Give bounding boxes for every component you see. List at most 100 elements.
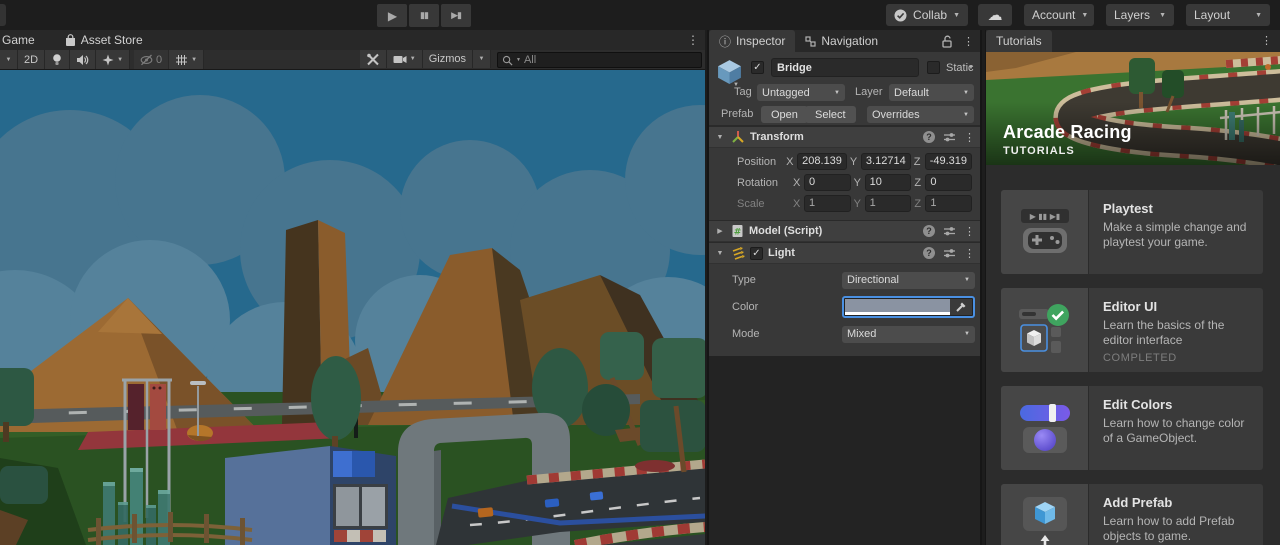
component-tools-button[interactable] bbox=[359, 50, 387, 68]
toolbar-right-group: Collab ▼ ☁ Account ▼ Layers ▼ Layout ▼ bbox=[886, 4, 1270, 26]
cloud-icon: ☁ bbox=[987, 7, 1003, 24]
light-type-dropdown[interactable]: Directional ▼ bbox=[842, 271, 975, 289]
light-mode-label: Mode bbox=[732, 328, 760, 340]
component-menu-kebab-icon[interactable]: ⋮ bbox=[964, 131, 975, 144]
tab-tutorials[interactable]: Tutorials bbox=[986, 30, 1052, 52]
step-button[interactable]: ▶▮ bbox=[441, 4, 471, 27]
tab-navigation[interactable]: Navigation bbox=[795, 30, 888, 52]
scene-viewport[interactable] bbox=[0, 70, 775, 545]
effects-dropdown-button[interactable]: ▼ bbox=[96, 50, 131, 69]
axis-y-label: Y bbox=[853, 176, 862, 189]
tutorial-card-playtest[interactable]: ▶ ▮▮ ▶▮ Playtest Make a simple change an… bbox=[1001, 190, 1263, 274]
unity-editor-window: ▶ ▮▮ ▶▮ Collab ▼ ☁ Account ▼ Layers ▼ La… bbox=[0, 0, 1280, 545]
foldout-arrow-icon[interactable]: ▶ bbox=[714, 227, 726, 235]
inspector-menu-kebab-icon[interactable]: ⋮ bbox=[963, 35, 974, 48]
camera-dropdown-button[interactable]: ▼ bbox=[386, 50, 423, 68]
prefab-overrides-dropdown[interactable]: Overrides ▼ bbox=[867, 106, 974, 123]
play-button[interactable]: ▶ bbox=[377, 4, 407, 27]
scene-audio-button[interactable] bbox=[70, 50, 97, 69]
presets-icon[interactable] bbox=[943, 131, 956, 143]
layer-label: Layer bbox=[855, 86, 883, 98]
prefab-open-button[interactable]: Open bbox=[761, 106, 808, 123]
scene-search[interactable]: ▼ bbox=[497, 52, 702, 68]
collab-check-circle-icon bbox=[894, 9, 907, 21]
tutorial-card-editor-ui[interactable]: Editor UI Learn the basics of the editor… bbox=[1001, 288, 1263, 372]
position-y-field[interactable]: 3.12714 bbox=[860, 153, 911, 170]
eyedropper-button[interactable] bbox=[950, 299, 972, 315]
cloud-services-button[interactable]: ☁ bbox=[978, 4, 1012, 26]
draw-mode-dropdown[interactable]: ▼ bbox=[0, 50, 18, 69]
tutorial-card-add-prefab[interactable]: Add Prefab Learn how to add Prefab objec… bbox=[1001, 484, 1263, 545]
scale-z-field[interactable]: 1 bbox=[925, 195, 973, 212]
scene-lighting-button[interactable] bbox=[45, 50, 71, 69]
layer-dropdown[interactable]: Default ▼ bbox=[889, 84, 974, 101]
scale-x-field[interactable]: 1 bbox=[804, 195, 851, 212]
foldout-arrow-icon[interactable]: ▼ bbox=[714, 134, 726, 141]
account-dropdown[interactable]: Account ▼ bbox=[1024, 4, 1094, 26]
help-icon[interactable]: ? bbox=[923, 225, 935, 237]
chevron-down-icon: ▼ bbox=[963, 89, 969, 96]
active-checkbox[interactable]: ✓ bbox=[751, 61, 764, 74]
presets-icon[interactable] bbox=[943, 247, 956, 259]
view-menu-kebab-icon[interactable]: ⋮ bbox=[687, 33, 699, 47]
light-mode-dropdown[interactable]: Mixed ▼ bbox=[842, 325, 975, 343]
inspector-empty-area bbox=[709, 377, 980, 545]
foldout-arrow-icon[interactable]: ▼ bbox=[714, 250, 726, 257]
layers-label: Layers bbox=[1114, 8, 1151, 22]
light-mode-row: Mode Mixed ▼ bbox=[709, 322, 975, 346]
shopping-bag-icon bbox=[65, 34, 75, 46]
collab-dropdown[interactable]: Collab ▼ bbox=[886, 4, 968, 26]
static-dropdown-arrow[interactable]: ▼ bbox=[968, 65, 974, 71]
pause-button[interactable]: ▮▮ bbox=[409, 4, 439, 27]
prefab-label: Prefab bbox=[721, 108, 754, 120]
axis-z-label: Z bbox=[914, 176, 922, 189]
light-title: Light bbox=[768, 247, 795, 259]
rotation-z-field[interactable]: 0 bbox=[925, 174, 973, 191]
gizmos-dropdown[interactable]: Gizmos bbox=[422, 50, 473, 68]
model-script-header[interactable]: ▶ # Model (Script) ? ⋮ bbox=[709, 220, 980, 242]
light-component-header[interactable]: ▼ ✓ Light ? ⋮ bbox=[709, 242, 980, 264]
component-menu-kebab-icon[interactable]: ⋮ bbox=[964, 247, 975, 260]
scale-y-field[interactable]: 1 bbox=[864, 195, 912, 212]
card-title: Editor UI bbox=[1103, 299, 1158, 314]
position-x-field[interactable]: 208.139 bbox=[797, 153, 847, 170]
search-input[interactable] bbox=[523, 54, 697, 66]
layers-dropdown[interactable]: Layers ▼ bbox=[1106, 4, 1174, 26]
hidden-objects-button[interactable]: 0 bbox=[134, 50, 170, 69]
card-description: Make a simple change and playtest your g… bbox=[1103, 220, 1247, 250]
help-icon[interactable]: ? bbox=[923, 131, 935, 143]
tutorials-hero-subtitle: TUTORIALS bbox=[1003, 145, 1075, 157]
unlock-icon[interactable] bbox=[942, 35, 953, 48]
help-icon[interactable]: ? bbox=[923, 247, 935, 259]
component-menu-kebab-icon[interactable]: ⋮ bbox=[964, 225, 975, 238]
tab-game[interactable]: Game bbox=[0, 30, 43, 50]
transform-component-header[interactable]: ▼ Transform ? ⋮ bbox=[709, 126, 980, 148]
model-script-title: Model (Script) bbox=[749, 225, 823, 237]
gizmos-arrow-button[interactable]: ▼ bbox=[473, 50, 491, 68]
position-z-field[interactable]: -49.319 bbox=[924, 153, 972, 170]
light-color-row: Color bbox=[709, 292, 975, 322]
gameobject-name-field[interactable] bbox=[771, 58, 919, 77]
prefab-select-button[interactable]: Select bbox=[805, 106, 856, 123]
tag-dropdown[interactable]: Untagged ▼ bbox=[757, 84, 845, 101]
grid-dropdown-button[interactable]: ▼ bbox=[169, 50, 205, 69]
rotation-x-field[interactable]: 0 bbox=[804, 174, 851, 191]
tutorials-menu-kebab-icon[interactable]: ⋮ bbox=[1261, 34, 1272, 47]
overrides-label: Overrides bbox=[872, 108, 920, 121]
color-swatch[interactable] bbox=[845, 299, 950, 315]
wrench-screwdriver-icon bbox=[366, 53, 379, 65]
static-checkbox[interactable] bbox=[927, 61, 940, 74]
light-color-field[interactable] bbox=[842, 296, 975, 318]
2d-toggle-button[interactable]: 2D bbox=[18, 50, 46, 69]
light-enabled-checkbox[interactable]: ✓ bbox=[750, 246, 763, 260]
tab-inspector[interactable]: ⓘ Inspector bbox=[709, 30, 796, 52]
presets-icon[interactable] bbox=[943, 225, 956, 237]
layout-dropdown[interactable]: Layout ▼ bbox=[1186, 4, 1270, 26]
scene-toolbar: ▼ 2D ▼ 0 ▼ ▼ Gizmos ▼ ▼ All bbox=[0, 50, 705, 70]
tool-button-clipped[interactable] bbox=[0, 4, 6, 26]
rotation-y-field[interactable]: 10 bbox=[864, 174, 912, 191]
tutorial-card-edit-colors[interactable]: Edit Colors Learn how to change color of… bbox=[1001, 386, 1263, 470]
tab-asset-store[interactable]: Asset Store bbox=[57, 30, 151, 50]
card-description: Learn how to change color of a GameObjec… bbox=[1103, 416, 1245, 446]
transform-title: Transform bbox=[750, 131, 804, 143]
